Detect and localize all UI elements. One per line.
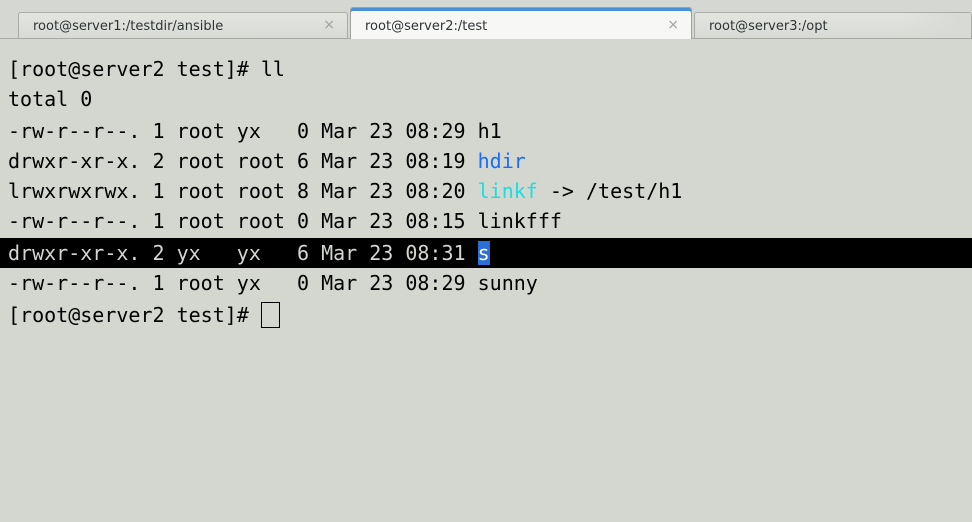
- tab-label: root@server3:/opt: [709, 19, 828, 34]
- terminal-window: root@server1:/testdir/ansible × root@ser…: [0, 0, 972, 522]
- list-item: drwxr-xr-x. 2 root root 6 Mar 23 08:19 h…: [8, 146, 526, 176]
- tab-label: root@server1:/testdir/ansible: [33, 19, 224, 34]
- file-meta: drwxr-xr-x. 2 yx yx 6 Mar 23 08:31: [8, 241, 478, 265]
- close-icon[interactable]: ×: [667, 17, 679, 33]
- file-name: sunny: [477, 271, 538, 295]
- list-item: -rw-r--r--. 1 root root 0 Mar 23 08:15 l…: [8, 206, 562, 236]
- list-item: lrwxrwxrwx. 1 root root 8 Mar 23 08:20 l…: [8, 176, 682, 206]
- total-line: total 0: [8, 87, 93, 111]
- directory-name: hdir: [477, 149, 526, 173]
- list-item: -rw-r--r--. 1 root yx 0 Mar 23 08:29 sun…: [8, 268, 538, 298]
- prompt: [root@server2 test]#: [8, 303, 261, 327]
- tab-server1[interactable]: root@server1:/testdir/ansible ×: [18, 12, 348, 38]
- prompt-line: [root@server2 test]#: [8, 300, 280, 330]
- command-line: [root@server2 test]# ll: [8, 57, 285, 81]
- file-meta: -rw-r--r--. 1 root yx 0 Mar 23 08:29: [8, 271, 478, 295]
- symlink-target: -> /test/h1: [537, 179, 683, 203]
- file-meta: drwxr-xr-x. 2 root root 6 Mar 23 08:19: [8, 149, 478, 173]
- file-meta: -rw-r--r--. 1 root root 0 Mar 23 08:15: [8, 209, 478, 233]
- file-meta: lrwxrwxrwx. 1 root root 8 Mar 23 08:20: [8, 179, 478, 203]
- symlink-name: linkf: [477, 179, 538, 203]
- tab-server3[interactable]: root@server3:/opt: [694, 12, 972, 38]
- close-icon[interactable]: ×: [323, 17, 335, 33]
- terminal-output[interactable]: [root@server2 test]# ll total 0 -rw-r--r…: [0, 39, 972, 522]
- selected-list-item: drwxr-xr-x. 2 yx yx 6 Mar 23 08:31 s: [0, 238, 972, 268]
- tab-bar: root@server1:/testdir/ansible × root@ser…: [0, 0, 972, 39]
- tab-server2[interactable]: root@server2:/test ×: [350, 7, 692, 39]
- file-meta: -rw-r--r--. 1 root yx 0 Mar 23 08:29: [8, 119, 478, 143]
- directory-name: s: [477, 241, 490, 265]
- file-name: linkfff: [477, 209, 562, 233]
- file-name: h1: [477, 119, 502, 143]
- tab-label: root@server2:/test: [365, 19, 488, 34]
- cursor-icon: [260, 302, 280, 328]
- list-item: -rw-r--r--. 1 root yx 0 Mar 23 08:29 h1: [8, 116, 502, 146]
